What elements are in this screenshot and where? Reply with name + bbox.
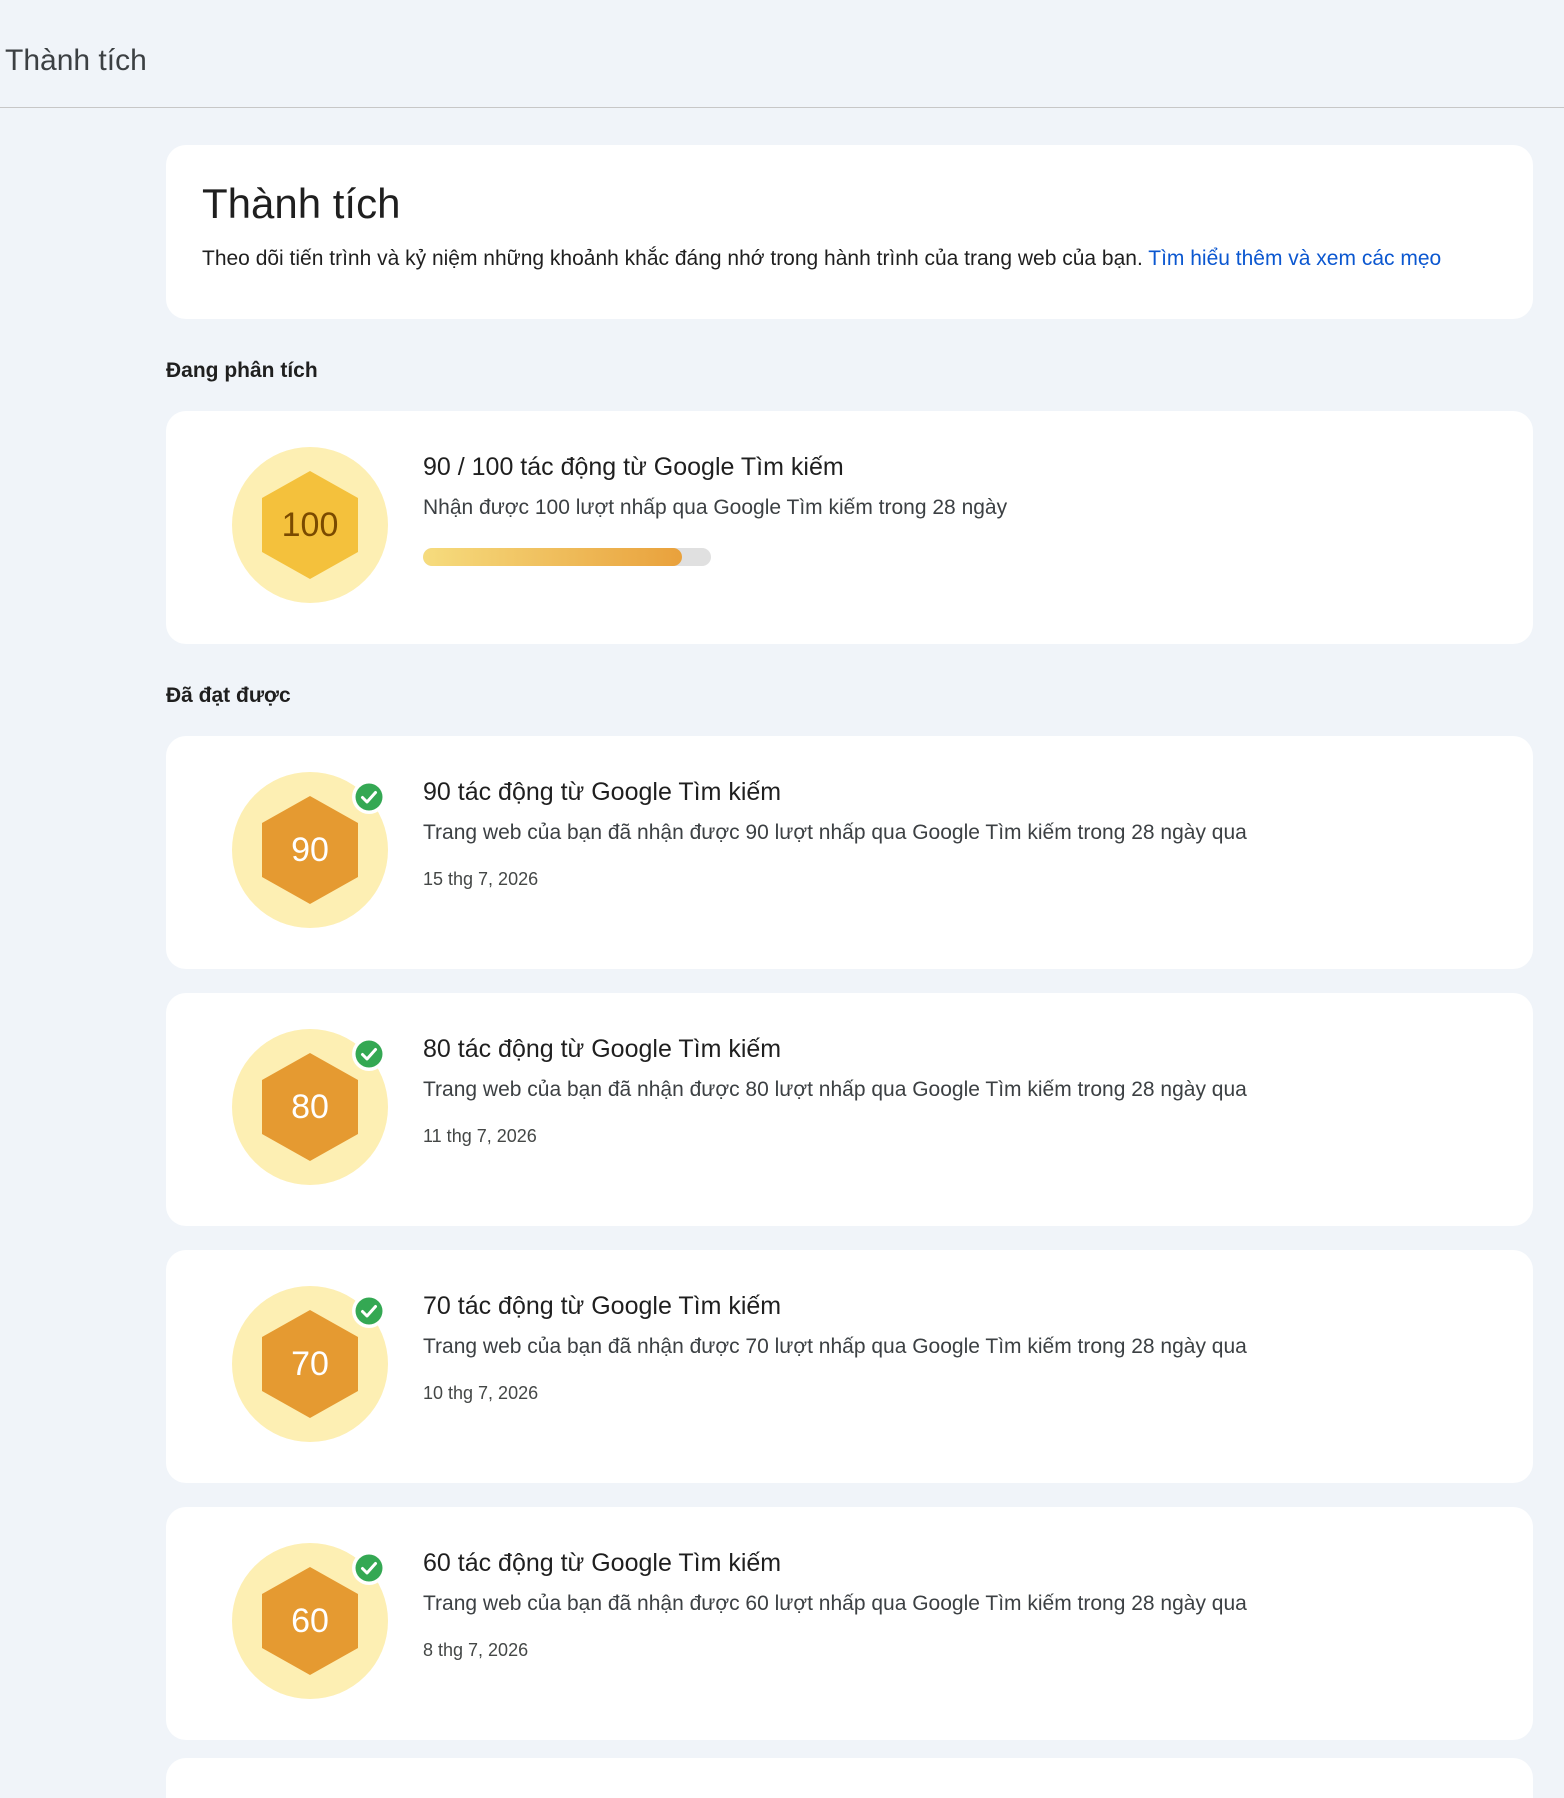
achieved-badge: 80 — [232, 1029, 388, 1185]
achievement-text: 70 tác động từ Google Tìm kiếm Trang web… — [423, 1292, 1247, 1404]
learn-more-link[interactable]: Tìm hiểu thêm và xem các mẹo — [1148, 247, 1441, 270]
achievement-text: 80 tác động từ Google Tìm kiếm Trang web… — [423, 1035, 1247, 1147]
analyzing-text: 90 / 100 tác động từ Google Tìm kiếm Nhậ… — [423, 453, 1007, 566]
milestone-description: Nhận được 100 lượt nhấp qua Google Tìm k… — [423, 496, 1008, 519]
achieved-badge: 70 — [232, 1286, 388, 1442]
achievement-date: 15 thg 7, 2026 — [423, 869, 539, 889]
achievement-card: 70 70 tác động từ Google Tìm kiếm Trang … — [166, 1250, 1533, 1483]
achievement-card: 90 90 tác động từ Google Tìm kiếm Trang … — [166, 736, 1533, 969]
achievement-title: 60 tác động từ Google Tìm kiếm — [423, 1549, 782, 1577]
achievement-description: Trang web của bạn đã nhận được 80 lượt n… — [423, 1078, 1247, 1101]
check-circle-icon — [352, 1294, 386, 1328]
achievement-description: Trang web của bạn đã nhận được 60 lượt n… — [423, 1592, 1247, 1615]
achievement-date: 11 thg 7, 2026 — [423, 1126, 537, 1146]
analyzing-card: 100 90 / 100 tác động từ Google Tìm kiếm… — [166, 411, 1533, 644]
progress-bar-fill — [423, 548, 683, 566]
achievement-description: Trang web của bạn đã nhận được 70 lượt n… — [423, 1335, 1247, 1358]
top-bar: Thành tích — [0, 0, 1564, 108]
next-achievement-card — [166, 1758, 1533, 1798]
badge-number: 100 — [281, 506, 339, 544]
intro-description: Theo dõi tiến trình và kỷ niệm những kho… — [202, 247, 1497, 271]
check-circle-icon — [352, 1551, 386, 1585]
achievement-title: 70 tác động từ Google Tìm kiếm — [423, 1292, 782, 1320]
achievement-title: 90 tác động từ Google Tìm kiếm — [423, 778, 782, 806]
page-header-title: Thành tích — [5, 44, 147, 77]
achievement-text: 90 tác động từ Google Tìm kiếm Trang web… — [423, 778, 1247, 890]
section-label-analyzing: Đang phân tích — [166, 359, 318, 382]
achievement-text: 60 tác động từ Google Tìm kiếm Trang web… — [423, 1549, 1247, 1661]
check-circle-icon — [352, 780, 386, 814]
intro-description-text: Theo dõi tiến trình và kỷ niệm những kho… — [202, 247, 1143, 271]
pending-badge: 100 — [232, 447, 388, 603]
achievement-description: Trang web của bạn đã nhận được 90 lượt n… — [423, 821, 1247, 844]
intro-card: Thành tích Theo dõi tiến trình và kỷ niệ… — [166, 145, 1533, 319]
achievement-card: 80 80 tác động từ Google Tìm kiếm Trang … — [166, 993, 1533, 1226]
achievement-title: 80 tác động từ Google Tìm kiếm — [423, 1035, 782, 1063]
achieved-badge: 90 — [232, 772, 388, 928]
check-circle-icon — [352, 1037, 386, 1071]
achievement-card: 60 60 tác động từ Google Tìm kiếm Trang … — [166, 1507, 1533, 1740]
section-label-achieved: Đã đạt được — [166, 684, 291, 707]
achievement-date: 10 thg 7, 2026 — [423, 1383, 539, 1403]
milestone-title: 90 / 100 tác động từ Google Tìm kiếm — [423, 453, 844, 481]
intro-title: Thành tích — [202, 180, 401, 227]
main-content: Thành tích Theo dõi tiến trình và kỷ niệ… — [166, 145, 1533, 1764]
progress-bar — [423, 548, 711, 566]
achievement-date: 8 thg 7, 2026 — [423, 1640, 529, 1660]
achieved-badge: 60 — [232, 1543, 388, 1699]
